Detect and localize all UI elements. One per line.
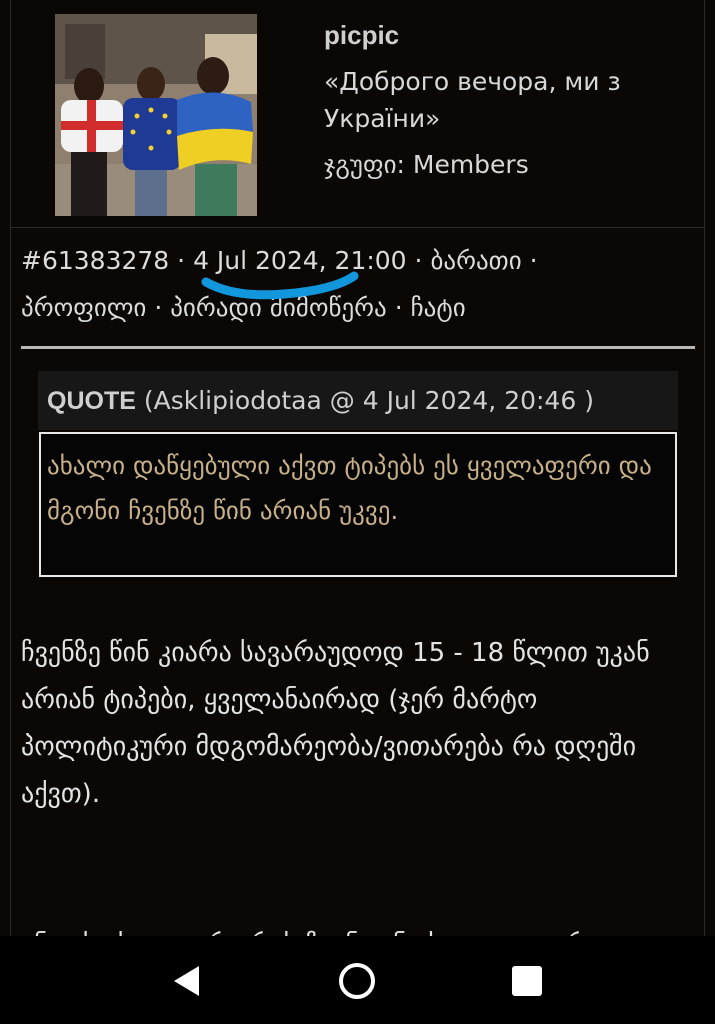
post-meta: #61383278 · 4 Jul 2024, 21:00 · ბარათი ·… bbox=[21, 237, 691, 331]
home-icon bbox=[339, 963, 375, 999]
meta-separator: · bbox=[529, 246, 538, 275]
user-group: ჯგუფი: Members bbox=[324, 150, 529, 179]
meta-separator: · bbox=[177, 246, 186, 275]
back-button[interactable] bbox=[160, 954, 214, 1008]
divider bbox=[21, 346, 695, 349]
post-datetime: 4 Jul 2024, 21:00 bbox=[193, 246, 407, 275]
post-body: ჩვენზე წინ კიარა სავარაუდოდ 15 - 18 წლით… bbox=[21, 638, 650, 809]
home-button[interactable] bbox=[330, 954, 384, 1008]
forum-page: picpic «Доброго вечора, ми з України» ჯგ… bbox=[0, 0, 715, 1024]
username[interactable]: picpic bbox=[324, 20, 694, 51]
user-avatar[interactable] bbox=[55, 14, 257, 216]
link-card[interactable]: ბარათი bbox=[430, 246, 521, 275]
quote-text: ახალი დაწყებული აქვთ ტიპებს ეს ყველაფერი… bbox=[39, 432, 677, 577]
android-navigation-bar bbox=[0, 936, 715, 1024]
author-info: picpic «Доброго вечора, ми з України» ჯგ… bbox=[324, 20, 694, 183]
back-icon bbox=[174, 966, 199, 996]
meta-separator: · bbox=[394, 293, 403, 322]
meta-separator: · bbox=[154, 293, 163, 322]
post-body-clipped-line: ანუ ეს ახალი არ არის ჩვენთან ეს ყველაფერ… bbox=[21, 922, 691, 936]
post-body-continued: ანუ ეს ახალი არ არის ჩვენთან ეს ყველაფერ… bbox=[21, 920, 691, 936]
quote-header: QUOTE (Asklipiodotaa @ 4 Jul 2024, 20:46… bbox=[38, 371, 678, 430]
link-profile[interactable]: პროფილი bbox=[21, 293, 146, 322]
forum-post: picpic «Доброго вечора, ми з України» ჯგ… bbox=[10, 0, 705, 936]
recents-icon bbox=[512, 966, 542, 996]
avatar-photo bbox=[55, 14, 257, 216]
link-chat[interactable]: ჩატი bbox=[411, 293, 466, 322]
quote-source: (Asklipiodotaa @ 4 Jul 2024, 20:46 ) bbox=[143, 386, 594, 415]
recents-button[interactable] bbox=[500, 954, 554, 1008]
post-id-link[interactable]: #61383278 bbox=[21, 246, 169, 275]
meta-separator: · bbox=[414, 246, 423, 275]
link-private-message[interactable]: პირადი მიმოწერა bbox=[170, 293, 387, 322]
post-author-panel: picpic «Доброго вечора, ми з України» ჯგ… bbox=[11, 0, 704, 228]
user-status: «Доброго вечора, ми з України» bbox=[324, 67, 621, 133]
quote-label: QUOTE bbox=[47, 387, 136, 415]
